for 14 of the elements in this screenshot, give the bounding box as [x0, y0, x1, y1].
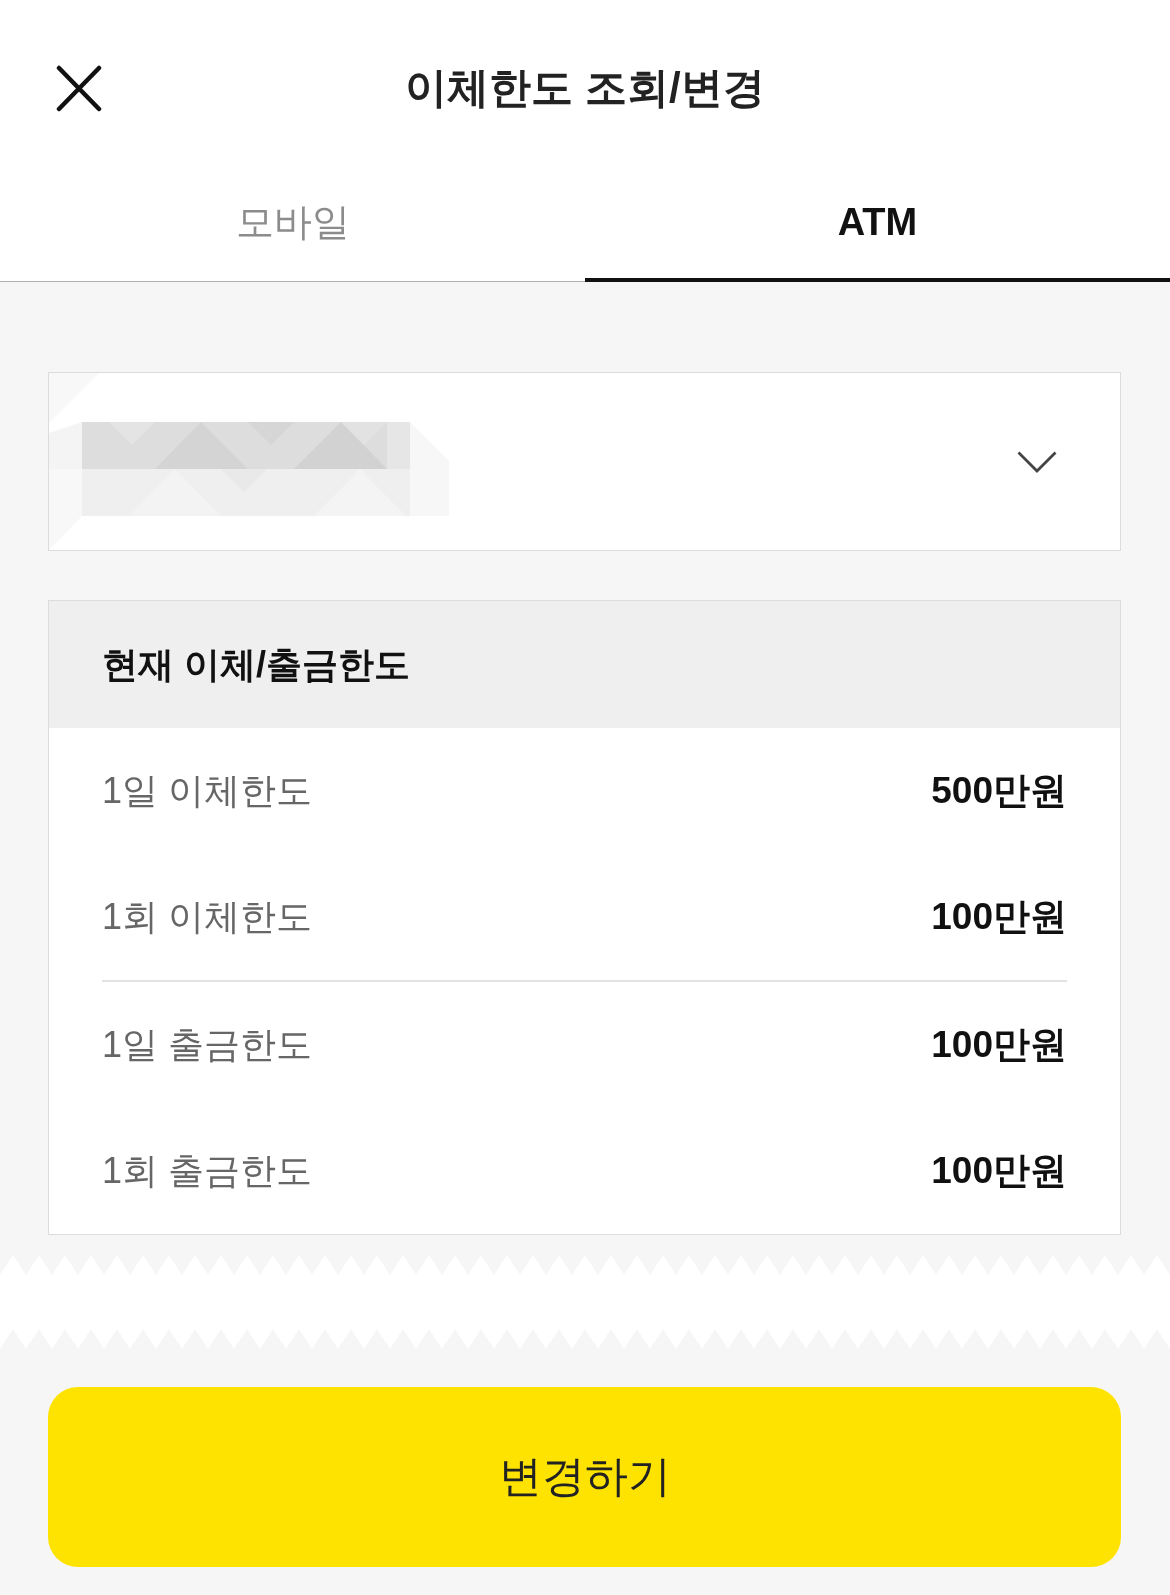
limit-label: 1회 이체한도	[102, 895, 313, 939]
limits-title: 현재 이체/출금한도	[102, 642, 410, 687]
limit-value: 100만원	[931, 1022, 1067, 1067]
limit-label: 1회 출금한도	[102, 1149, 313, 1193]
page-title: 이체한도 조회/변경	[404, 62, 766, 113]
limit-value: 100만원	[931, 894, 1067, 939]
close-icon	[56, 64, 102, 112]
chevron-down-icon	[1017, 450, 1057, 473]
limit-value: 500만원	[931, 768, 1067, 813]
close-button[interactable]	[56, 64, 102, 112]
limit-label: 1일 이체한도	[102, 769, 313, 813]
limit-label: 1일 출금한도	[102, 1023, 313, 1067]
limit-value: 100만원	[931, 1148, 1067, 1193]
change-button[interactable]: 변경하기	[48, 1387, 1121, 1567]
